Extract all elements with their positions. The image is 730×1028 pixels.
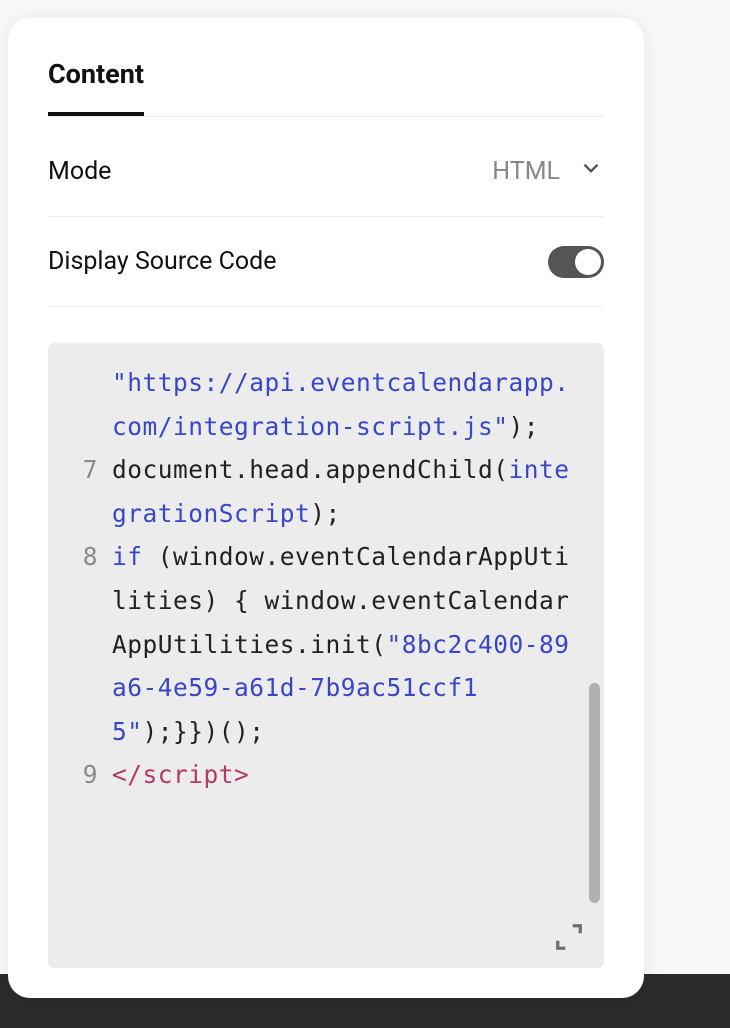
line-content: "https://api.eventcalendarapp.com/integr… xyxy=(112,361,580,448)
content-panel: Content Mode HTML Display Source Code "h… xyxy=(8,18,644,998)
code-content: "https://api.eventcalendarapp.com/integr… xyxy=(48,343,604,815)
mode-label: Mode xyxy=(48,157,111,186)
code-line: 7document.head.appendChild(integrationSc… xyxy=(56,448,580,535)
line-content: </script> xyxy=(112,753,580,797)
code-scrollbar-thumb[interactable] xyxy=(589,683,600,903)
display-source-toggle[interactable] xyxy=(548,246,604,278)
code-scroll: "https://api.eventcalendarapp.com/integr… xyxy=(48,343,604,968)
mode-value: HTML xyxy=(492,157,560,186)
code-line: 8if (window.eventCalendarAppUtilities) {… xyxy=(56,535,580,753)
line-number: 8 xyxy=(56,535,112,579)
chevron-down-icon xyxy=(578,155,604,188)
tabs-bar: Content xyxy=(48,58,604,117)
mode-select[interactable]: HTML xyxy=(492,155,604,188)
expand-icon[interactable] xyxy=(554,922,584,952)
mode-row: Mode HTML xyxy=(48,127,604,217)
display-source-row: Display Source Code xyxy=(48,217,604,307)
tab-content[interactable]: Content xyxy=(48,58,144,116)
line-number: 9 xyxy=(56,753,112,797)
line-content: document.head.appendChild(integrationScr… xyxy=(112,448,580,535)
display-source-label: Display Source Code xyxy=(48,247,277,276)
code-editor[interactable]: "https://api.eventcalendarapp.com/integr… xyxy=(48,343,604,968)
line-number: 7 xyxy=(56,448,112,492)
code-line: 9</script> xyxy=(56,753,580,797)
code-line: "https://api.eventcalendarapp.com/integr… xyxy=(56,361,580,448)
line-content: if (window.eventCalendarAppUtilities) { … xyxy=(112,535,580,753)
